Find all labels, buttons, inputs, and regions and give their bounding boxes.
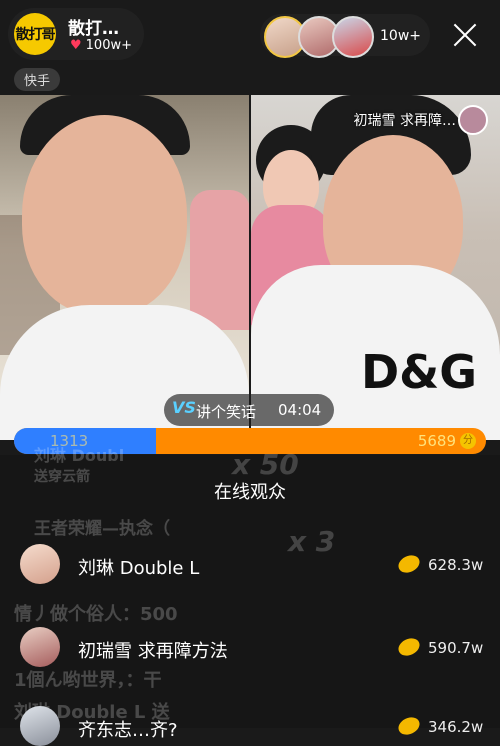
viewer-row-name[interactable]: 齐东志…齐? <box>78 716 178 742</box>
host-likes: ♥ 100w+ <box>70 38 132 53</box>
viewer-row-value: 590.7w <box>428 639 484 657</box>
viewer-row-avatar[interactable] <box>20 544 60 584</box>
score-coin-icon: 分 <box>460 433 476 449</box>
chat-user: 刘琳 Doubl <box>34 446 125 465</box>
chat-message: 1個ん哟世界，：干 <box>14 670 162 691</box>
opponent-name: 初瑞雪 求再障… <box>353 113 456 129</box>
viewer-row-value: 628.3w <box>428 556 484 574</box>
viewer-row-avatar[interactable] <box>20 627 60 667</box>
pk-timer: 04:04 <box>278 401 322 419</box>
host-name: 散打… <box>68 19 119 39</box>
chat-user: 王者荣耀—执念（ <box>34 519 170 539</box>
opponent-video: D&G 初瑞雪 求再障… <box>251 95 500 440</box>
vs-icon: VS <box>172 398 196 417</box>
host-likes-count: 100w+ <box>85 38 132 53</box>
pk-topic: 讲个笑话 <box>196 403 257 421</box>
viewer-row-avatar[interactable] <box>20 706 60 746</box>
viewer-count: 10w+ <box>380 28 421 44</box>
host-logo-text: 散打哥 <box>15 27 56 43</box>
viewer-row-value: 346.2w <box>428 718 484 736</box>
viewer-row-name[interactable]: 初瑞雪 求再障方法 <box>78 637 228 663</box>
heart-icon: ♥ <box>70 38 82 53</box>
gift-multiplier: x 50 <box>232 448 299 481</box>
face <box>22 115 187 315</box>
opponent-avatar[interactable] <box>458 105 488 135</box>
viewer-row-name[interactable]: 刘琳 Double L <box>78 554 199 580</box>
host-avatar[interactable]: 散打哥 <box>14 13 56 55</box>
right-score: 5689 <box>417 432 456 450</box>
gift-multiplier: x 3 <box>288 525 336 558</box>
viewer-avatar[interactable] <box>332 16 374 58</box>
sheet-title: 在线观众 <box>214 482 286 503</box>
platform-tag: 快手 <box>14 68 61 91</box>
background-figure <box>190 190 249 330</box>
shirt-logo: D&G <box>361 345 478 399</box>
close-button[interactable] <box>452 22 478 48</box>
host-video <box>0 95 249 440</box>
chat-message: 情丿做个俗人：500 <box>14 604 178 625</box>
